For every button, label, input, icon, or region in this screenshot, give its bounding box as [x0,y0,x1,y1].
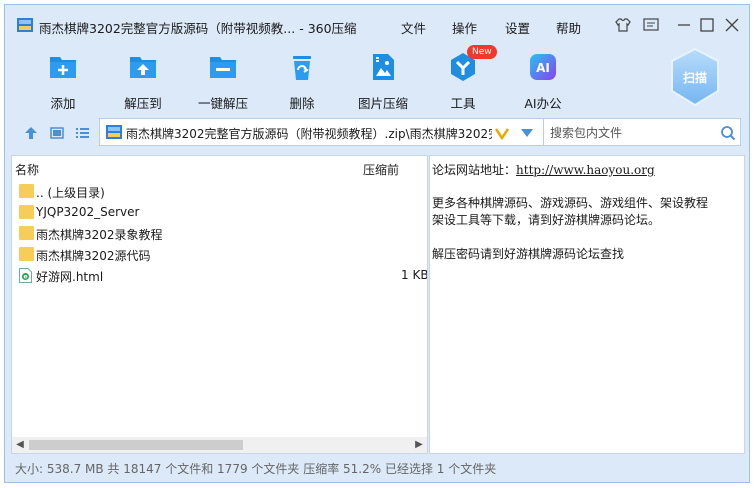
app-window: 雨杰棋牌3202完整官方版源码（附带视频教... - 360压缩 文件 操作 设… [4,4,750,483]
scrollbar-thumb[interactable] [29,440,243,450]
add-label: 添加 [50,96,76,111]
address-path: 雨杰棋牌3202完整官方版源码（附带视频教程）.zip\雨杰棋牌3202完 [126,127,492,141]
list-view-icon[interactable] [73,124,91,142]
file-name: 好游网.html [36,270,104,284]
list-item[interactable]: 雨杰棋牌3202源代码 [12,244,427,265]
list-item[interactable]: YJQP3202_Server [12,202,427,223]
scroll-right-icon[interactable]: ▶ [412,438,426,452]
folder-icon [19,226,34,240]
file-name: .. (上级目录) [36,186,105,200]
address-bar[interactable]: 雨杰棋牌3202完整官方版源码（附带视频教程）.zip\雨杰棋牌3202完 [99,118,545,146]
add-icon [50,57,76,78]
skin-shirt-icon[interactable] [612,14,634,36]
search-icon[interactable] [720,125,736,141]
file-name: YJQP3202_Server [36,205,140,219]
menu-settings[interactable]: 设置 [505,18,530,37]
file-list: 名称 压缩前 .. (上级目录) YJQP3202_Server 雨杰棋牌320… [11,155,428,454]
one-click-extract-label: 一键解压 [197,96,248,111]
minimize-icon[interactable] [673,14,695,36]
file-name: 雨杰棋牌3202录象教程 [36,228,163,242]
scan-button[interactable]: 扫描 [667,45,723,109]
up-arrow-icon[interactable] [22,124,40,142]
delete-button[interactable]: 删除 [264,49,340,113]
delete-label: 删除 [289,96,315,111]
add-button[interactable]: 添加 [25,49,101,113]
folder-icon [19,205,34,219]
scroll-left-icon[interactable]: ◀ [13,438,27,452]
dropdown-arrow-icon[interactable] [520,127,534,139]
folder-icon [19,247,34,261]
image-compress-icon [373,54,394,80]
extract-to-label: 解压到 [124,96,162,111]
file-size: 1 KB [401,268,428,282]
ai-glyph: AI [536,61,550,75]
archive-app-icon [17,18,33,32]
feedback-icon[interactable] [640,14,662,36]
title-bar: 雨杰棋牌3202完整官方版源码（附带视频教... - 360压缩 文件 操作 设… [5,5,749,43]
column-compressed[interactable]: 压缩前 [363,161,399,178]
forum-link[interactable]: http://www.haoyou.org [516,163,655,177]
comment-line-1: 论坛网站地址：http://www.haoyou.org [432,161,655,178]
window-title: 雨杰棋牌3202完整官方版源码（附带视频教... - 360压缩 [39,21,357,36]
extract-to-icon [130,57,156,78]
delete-icon [293,56,311,80]
one-click-extract-button[interactable]: 一键解压 [185,49,261,113]
html-file-icon: e [19,268,32,283]
comment-line-2: 更多各种棋牌源码、游戏源码、游戏组件、架设教程 [432,196,709,210]
scan-shield-icon: 扫描 [671,47,719,107]
horizontal-scrollbar[interactable]: ◀ ▶ [12,437,427,453]
new-badge: New [467,45,497,59]
search-box [543,118,741,146]
image-compress-label: 图片压缩 [357,96,408,111]
ai-office-icon: AI [530,54,556,80]
status-bar: 大小: 538.7 MB 共 18147 个文件和 1779 个文件夹 压缩率 … [15,462,497,476]
list-item[interactable]: e 好游网.html 1 KB [12,265,427,286]
menu-help[interactable]: 帮助 [556,18,581,37]
search-input[interactable] [550,124,710,142]
thumbnail-view-icon[interactable] [48,124,66,142]
forum-address-label: 论坛网站地址： [432,163,517,177]
archive-file-icon [106,125,122,139]
ai-office-button[interactable]: AI AI办公 [505,49,581,113]
tools-label: 工具 [450,96,476,111]
menu-operate[interactable]: 操作 [452,18,477,37]
chevron-down-gold-icon[interactable] [494,125,510,141]
extract-to-button[interactable]: 解压到 [105,49,181,113]
one-click-extract-icon [210,57,236,78]
ai-office-label: AI办公 [524,96,562,111]
svg-text:e: e [23,274,27,281]
column-name[interactable]: 名称 [15,161,39,178]
list-item[interactable]: 雨杰棋牌3202录象教程 [12,223,427,244]
close-icon[interactable] [721,14,743,36]
list-item[interactable]: .. (上级目录) [12,181,427,202]
comment-line-4: 解压密码请到好游棋牌源码论坛查找 [432,247,625,261]
menu-file[interactable]: 文件 [401,18,426,37]
comment-line-3: 架设工具等下载，请到好游棋牌源码论坛。 [432,213,661,227]
archive-comment-pane: 论坛网站地址：http://www.haoyou.org 更多各种棋牌源码、游戏… [429,155,745,454]
image-compress-button[interactable]: 图片压缩 [345,49,421,113]
maximize-icon[interactable] [696,14,718,36]
scan-label: 扫描 [683,70,707,85]
folder-icon [19,184,34,198]
file-name: 雨杰棋牌3202源代码 [36,249,151,263]
